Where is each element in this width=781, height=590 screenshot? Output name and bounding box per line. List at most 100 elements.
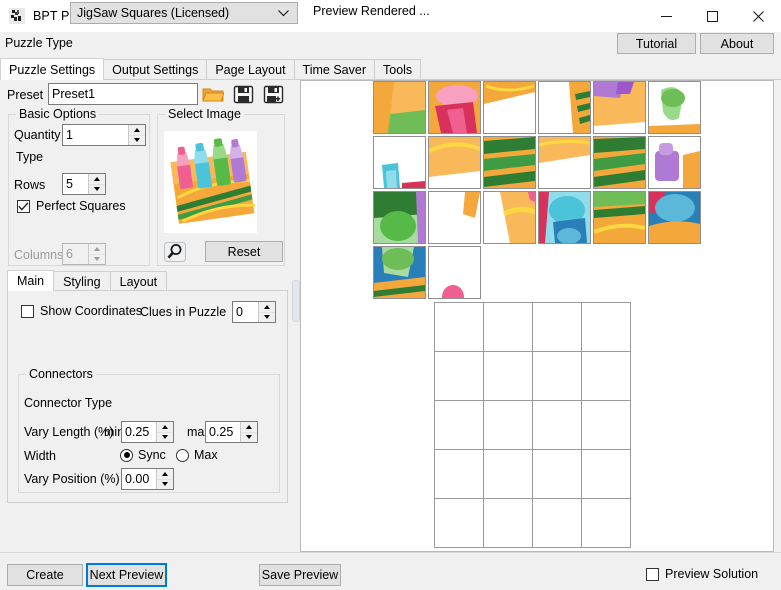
clues-decrement[interactable] [259, 313, 275, 323]
vary-position-stepper[interactable]: 0.00 [121, 468, 174, 490]
puzzle-type-select[interactable]: JigSaw Squares (Licensed) [70, 2, 298, 24]
solution-grid-cell [532, 351, 582, 401]
columns-label: Columns [14, 248, 63, 262]
minimize-icon[interactable] [643, 0, 689, 32]
columns-stepper: 6 [62, 243, 106, 265]
magnifier-icon[interactable] [162, 240, 188, 264]
rows-decrement[interactable] [89, 185, 105, 195]
clues-arrows[interactable] [258, 302, 275, 322]
preview-status-text: Preview Rendered ... [313, 4, 430, 18]
sub-tab-strip: MainStylingLayout [7, 270, 287, 291]
about-button[interactable]: About [700, 33, 774, 54]
vary-max-arrows[interactable] [240, 422, 257, 442]
vary-max-increment[interactable] [241, 422, 257, 433]
show-coordinates-label: Show Coordinates [40, 304, 142, 318]
highlighter-markers-image[interactable] [163, 130, 258, 234]
rows-arrows[interactable] [88, 174, 105, 194]
columns-decrement [89, 255, 105, 265]
next-preview-button[interactable]: Next Preview [86, 563, 167, 587]
tab-tools[interactable]: Tools [374, 59, 421, 80]
quantity-arrows[interactable] [128, 125, 145, 145]
panel-splitter[interactable] [290, 80, 300, 552]
clues-value: 0 [233, 302, 258, 322]
tab-page-layout[interactable]: Page Layout [206, 59, 294, 80]
solution-grid-cell [483, 400, 533, 450]
show-coordinates-checkbox[interactable]: Show Coordinates [21, 304, 142, 318]
save-preview-button[interactable]: Save Preview [259, 564, 341, 586]
quantity-stepper[interactable]: 1 [62, 124, 146, 146]
vary-min-decrement[interactable] [157, 433, 173, 443]
connectors-title: Connectors [26, 367, 96, 381]
width-max-radio[interactable]: Max [176, 448, 218, 462]
vary-min-arrows[interactable] [156, 422, 173, 442]
vary-position-label: Vary Position (%) [24, 472, 120, 486]
floppy-save-as-icon[interactable] [260, 83, 286, 106]
rows-stepper[interactable]: 5 [62, 173, 106, 195]
clues-increment[interactable] [259, 302, 275, 313]
folder-open-icon[interactable] [200, 83, 226, 106]
solution-grid-cell [434, 302, 484, 352]
solution-grid-cell [434, 449, 484, 499]
subtab-styling[interactable]: Styling [53, 271, 111, 291]
quantity-decrement[interactable] [129, 136, 145, 146]
clues-in-puzzle-label: Clues in Puzzle [140, 305, 226, 319]
solution-grid [434, 302, 630, 547]
preview-canvas [373, 81, 695, 551]
puzzle-piece [538, 191, 591, 244]
solution-grid-cell [581, 449, 631, 499]
solution-grid-cell [434, 498, 484, 548]
tab-puzzle-settings[interactable]: Puzzle Settings [0, 58, 104, 80]
solution-grid-cell [483, 302, 533, 352]
vary-length-min-value: 0.25 [122, 422, 156, 442]
width-label: Width [24, 449, 56, 463]
puzzle-piece [483, 81, 536, 134]
solution-grid-cell [483, 498, 533, 548]
width-sync-radio[interactable]: Sync [120, 448, 166, 462]
vary-length-max-stepper[interactable]: 0.25 [205, 421, 258, 443]
vary-position-increment[interactable] [157, 469, 173, 480]
puzzle-piece [428, 81, 481, 134]
clues-in-puzzle-stepper[interactable]: 0 [232, 301, 276, 323]
columns-arrows [88, 244, 105, 264]
width-max-label: Max [194, 448, 218, 462]
select-image-title: Select Image [165, 107, 244, 121]
preview-panel[interactable] [300, 80, 774, 552]
checkbox-box [21, 305, 34, 318]
vary-max-decrement[interactable] [241, 433, 257, 443]
tutorial-button[interactable]: Tutorial [617, 33, 696, 54]
subtab-layout[interactable]: Layout [110, 271, 168, 291]
puzzle-piece [538, 81, 591, 134]
perfect-squares-checkbox[interactable]: Perfect Squares [17, 199, 126, 213]
subtab-main[interactable]: Main [7, 270, 54, 291]
rows-label: Rows [14, 178, 45, 192]
tab-output-settings[interactable]: Output Settings [103, 59, 207, 80]
preview-solution-checkbox[interactable]: Preview Solution [646, 567, 758, 581]
floppy-save-icon[interactable] [230, 83, 256, 106]
puzzle-piece [373, 246, 426, 299]
solution-grid-cell [581, 400, 631, 450]
reset-image-button[interactable]: Reset [205, 241, 283, 262]
puzzle-piece [648, 191, 701, 244]
vary-min-increment[interactable] [157, 422, 173, 433]
solution-grid-cell [532, 449, 582, 499]
vary-position-arrows[interactable] [156, 469, 173, 489]
solution-grid-cell [581, 351, 631, 401]
solution-grid-cell [581, 498, 631, 548]
maximize-icon[interactable] [689, 0, 735, 32]
puzzle-piece [373, 136, 426, 189]
solution-grid-cell [434, 351, 484, 401]
chevron-down-icon [278, 6, 289, 20]
perfect-squares-label: Perfect Squares [36, 199, 126, 213]
vary-position-decrement[interactable] [157, 480, 173, 490]
quantity-increment[interactable] [129, 125, 145, 136]
vary-length-min-stepper[interactable]: 0.25 [121, 421, 174, 443]
tab-time-saver[interactable]: Time Saver [294, 59, 375, 80]
preset-input[interactable]: Preset1 [48, 83, 198, 105]
main-tab-strip: Puzzle SettingsOutput SettingsPage Layou… [0, 58, 781, 80]
rows-value: 5 [63, 174, 88, 194]
vary-length-max-value: 0.25 [206, 422, 240, 442]
close-icon[interactable] [735, 0, 781, 32]
rows-increment[interactable] [89, 174, 105, 185]
create-button[interactable]: Create [7, 564, 83, 586]
splitter-grip[interactable] [292, 280, 300, 322]
